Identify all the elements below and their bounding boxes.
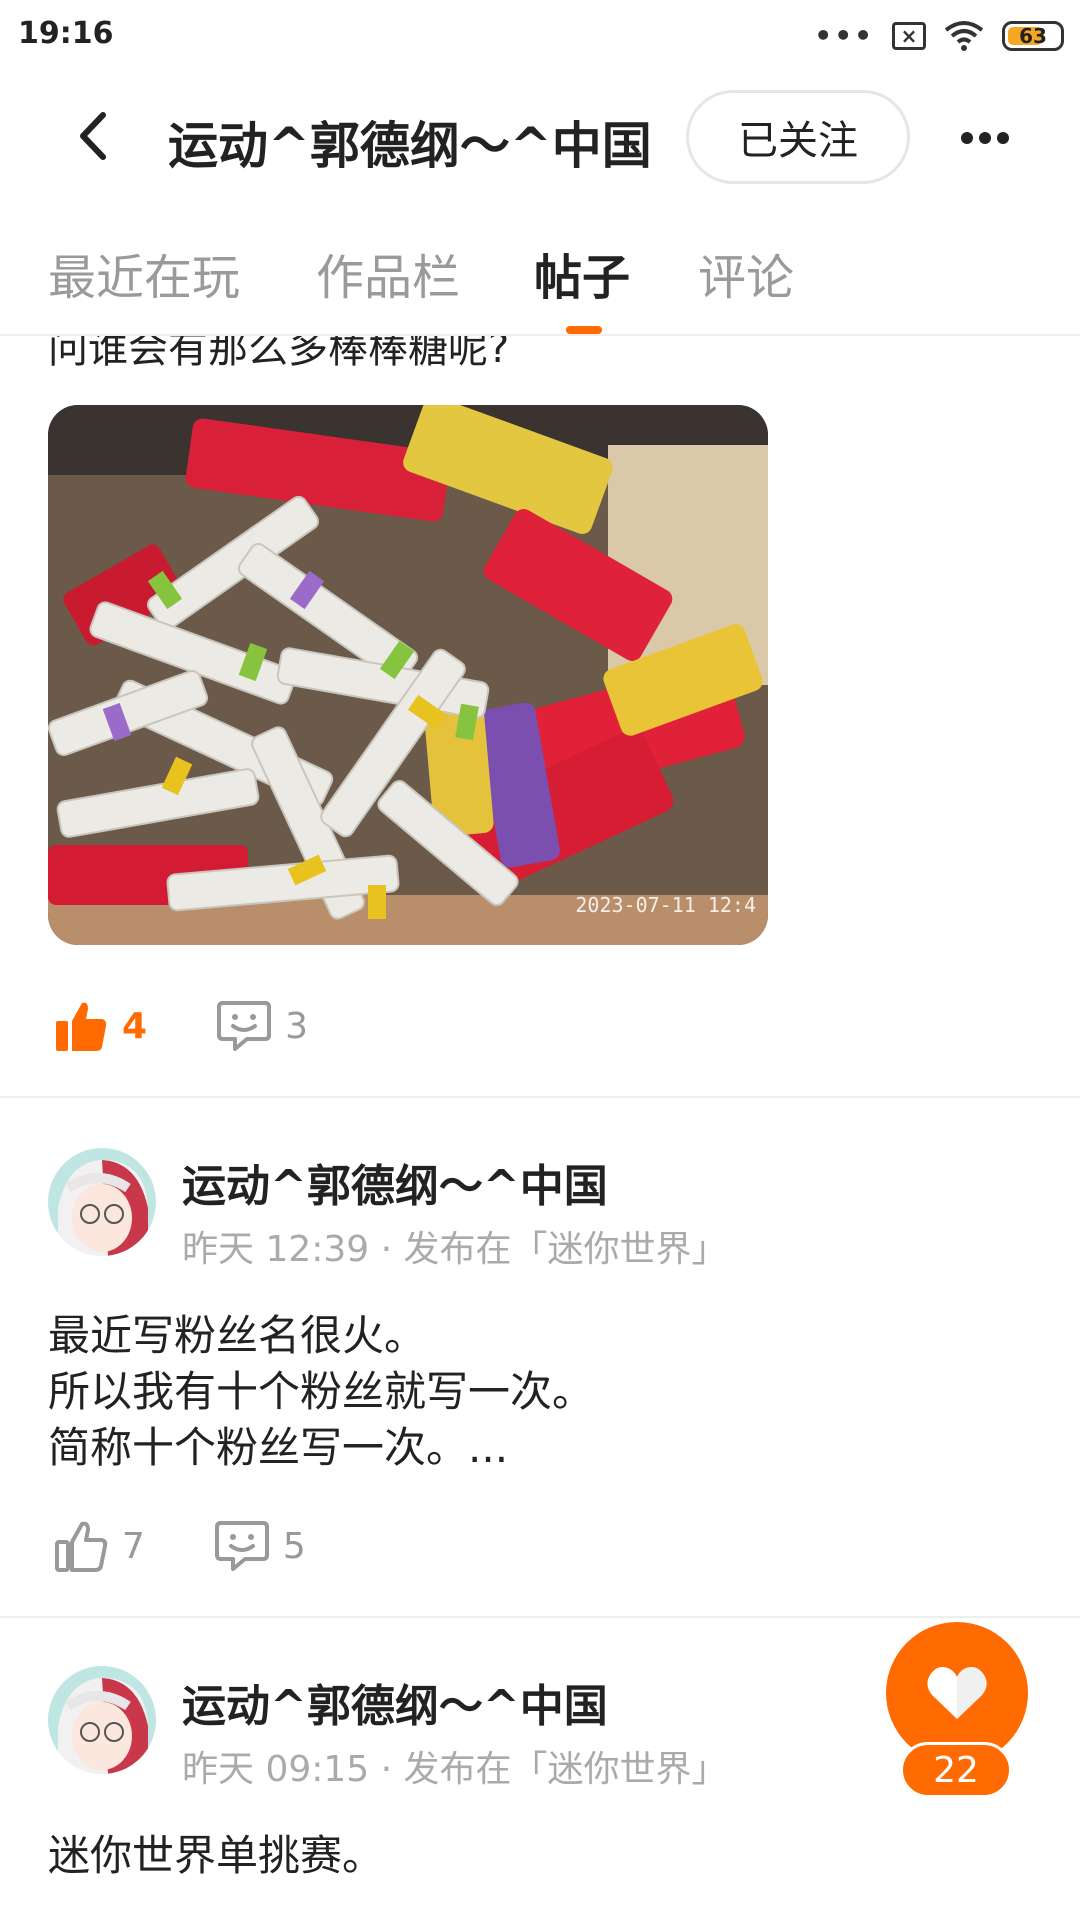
active-tab-indicator	[566, 326, 602, 334]
comment-button[interactable]: 3	[217, 999, 308, 1053]
avatar[interactable]	[48, 1666, 156, 1774]
comment-button[interactable]: 5	[214, 1519, 306, 1573]
post-actions: 7 5	[54, 1516, 376, 1576]
status-time: 19:16	[18, 16, 114, 51]
status-bar: 19:16 ••• × 63	[0, 0, 1080, 72]
comment-count: 3	[285, 1005, 308, 1047]
like-count: 7	[122, 1525, 145, 1567]
post-meta: 昨天 12:39 · 发布在「迷你世界」	[182, 1229, 728, 1270]
more-dots-icon	[961, 132, 973, 144]
wifi-icon	[944, 21, 984, 51]
follow-button[interactable]: 已关注	[686, 90, 910, 184]
post-author[interactable]: 运动^郭德纲～^中国	[182, 1150, 608, 1214]
status-icons: ••• × 63	[814, 16, 1064, 56]
more-options-button[interactable]	[950, 108, 1020, 168]
post-image[interactable]: 2023-07-11 12:4	[48, 405, 768, 945]
candy-photo	[48, 405, 768, 945]
post-author[interactable]: 运动^郭德纲～^中国	[182, 1670, 608, 1734]
chevron-left-icon	[80, 112, 106, 160]
thumbs-up-filled-icon	[56, 1002, 107, 1051]
comment-icon	[217, 1001, 272, 1051]
back-button[interactable]	[62, 106, 122, 166]
post-meta: 昨天 09:15 · 发布在「迷你世界」	[182, 1749, 728, 1790]
like-button[interactable]: 7	[54, 1519, 145, 1573]
battery-level: 63	[1019, 24, 1047, 48]
post-text-line: 简称十个粉丝写一次。...	[48, 1423, 509, 1472]
image-timestamp: 2023-07-11 12:4	[575, 893, 756, 917]
header: 运动^郭德纲～^中国 已关注	[0, 78, 1080, 198]
tab-bar: 最近在玩 作品栏 帖子 评论	[0, 228, 1080, 336]
tab-works[interactable]: 作品栏	[316, 238, 460, 308]
tab-comments[interactable]: 评论	[698, 238, 794, 308]
like-count: 4	[122, 1005, 148, 1047]
tab-recent-play[interactable]: 最近在玩	[48, 238, 240, 308]
sim-off-icon: ×	[892, 22, 926, 50]
post-text-line: 最近写粉丝名很火。	[48, 1311, 427, 1360]
comment-icon	[214, 1521, 269, 1571]
heart-icon	[927, 1667, 987, 1719]
post-actions: 4 3	[54, 996, 378, 1056]
floating-like-count: 22	[900, 1742, 1012, 1798]
battery-icon: 63	[1002, 21, 1064, 51]
divider	[0, 1096, 1080, 1098]
post-text-line: 所以我有十个粉丝就写一次。	[48, 1367, 595, 1416]
avatar[interactable]	[48, 1148, 156, 1256]
divider	[0, 1616, 1080, 1618]
page-title: 运动^郭德纲～^中国	[168, 117, 652, 175]
post-text-line: 迷你世界单挑赛。	[48, 1831, 385, 1880]
comment-count: 5	[282, 1525, 306, 1567]
like-button[interactable]: 4	[54, 999, 147, 1053]
tab-posts[interactable]: 帖子	[534, 238, 630, 308]
thumbs-up-icon	[55, 1521, 108, 1572]
more-dots-icon: •••	[814, 19, 874, 52]
